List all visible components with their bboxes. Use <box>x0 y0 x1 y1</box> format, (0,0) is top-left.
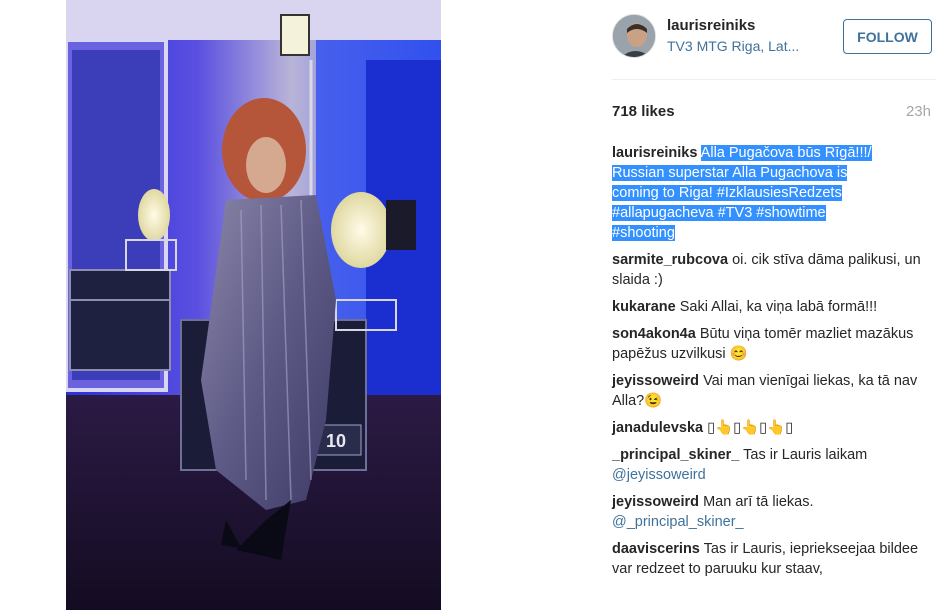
comment: jeyissoweird Man arī tā liekas. @_princi… <box>612 492 932 532</box>
comment-mention[interactable]: @jeyissoweird <box>612 467 706 483</box>
comment: son4akon4a Būtu viņa tomēr mazliet mazāk… <box>612 324 932 364</box>
comment: _principal_skiner_ Tas ir Lauris laikam … <box>612 445 932 485</box>
follow-button[interactable]: FOLLOW <box>843 19 932 54</box>
comment: daaviscerins Tas ir Lauris, iepriekseeja… <box>612 539 932 579</box>
comment: janadulevska ▯👆▯👆▯👆▯ <box>612 418 932 438</box>
comment-list: laurisreiniks Alla Pugačova būs Rīgā!!!/… <box>612 143 932 586</box>
avatar[interactable] <box>612 14 656 58</box>
post-username[interactable]: laurisreiniks <box>667 17 755 34</box>
crate-label: 10 <box>326 431 346 451</box>
comment-user[interactable]: daaviscerins <box>612 541 700 557</box>
caption-line-2: Russian superstar Alla Pugachova is <box>612 165 848 181</box>
post-location[interactable]: TV3 MTG Riga, Lat... <box>667 38 799 54</box>
comment-user[interactable]: jeyissoweird <box>612 373 699 389</box>
post-header: laurisreiniks TV3 MTG Riga, Lat... FOLLO… <box>612 13 936 59</box>
comment-text: Man arī tā liekas. <box>703 494 814 510</box>
caption: laurisreiniks Alla Pugačova būs Rīgā!!!/… <box>612 143 932 243</box>
instagram-post-page: 10 laurisreiniks TV3 MTG Riga, Lat... FO… <box>0 0 936 610</box>
likes-count[interactable]: 718 likes <box>612 103 675 120</box>
caption-line-5: #shooting <box>612 225 675 241</box>
comment-user[interactable]: kukarane <box>612 299 676 315</box>
post-photo[interactable]: 10 <box>66 0 441 610</box>
comment-text: ▯👆▯👆▯👆▯ <box>707 420 794 436</box>
caption-user[interactable]: laurisreiniks <box>612 145 697 161</box>
comment-user[interactable]: son4akon4a <box>612 326 696 342</box>
comment: jeyissoweird Vai man vienīgai liekas, ka… <box>612 371 932 411</box>
comment-text: Tas ir Lauris laikam <box>743 447 868 463</box>
caption-line-4: #allapugacheva #TV3 #showtime <box>612 205 826 221</box>
divider <box>612 79 936 80</box>
comment-mention[interactable]: @_principal_skiner_ <box>612 514 744 530</box>
avatar-image <box>613 15 655 57</box>
post-photo-image: 10 <box>66 0 441 610</box>
caption-line-1: Alla Pugačova būs Rīgā!!!/ <box>700 145 872 161</box>
comment: kukarane Saki Allai, ka viņa labā formā!… <box>612 297 932 317</box>
comment: sarmite_rubcova oi. cik stīva dāma palik… <box>612 250 932 290</box>
comment-user[interactable]: sarmite_rubcova <box>612 252 728 268</box>
comment-user[interactable]: janadulevska <box>612 420 703 436</box>
comment-text: Saki Allai, ka viņa labā formā!!! <box>679 299 878 315</box>
comment-user[interactable]: jeyissoweird <box>612 494 699 510</box>
post-sidebar: laurisreiniks TV3 MTG Riga, Lat... FOLLO… <box>612 0 936 610</box>
comment-user[interactable]: _principal_skiner_ <box>612 447 739 463</box>
post-timestamp: 23h <box>905 103 931 120</box>
caption-line-3: coming to Riga! #IzklausiesRedzets <box>612 185 842 201</box>
